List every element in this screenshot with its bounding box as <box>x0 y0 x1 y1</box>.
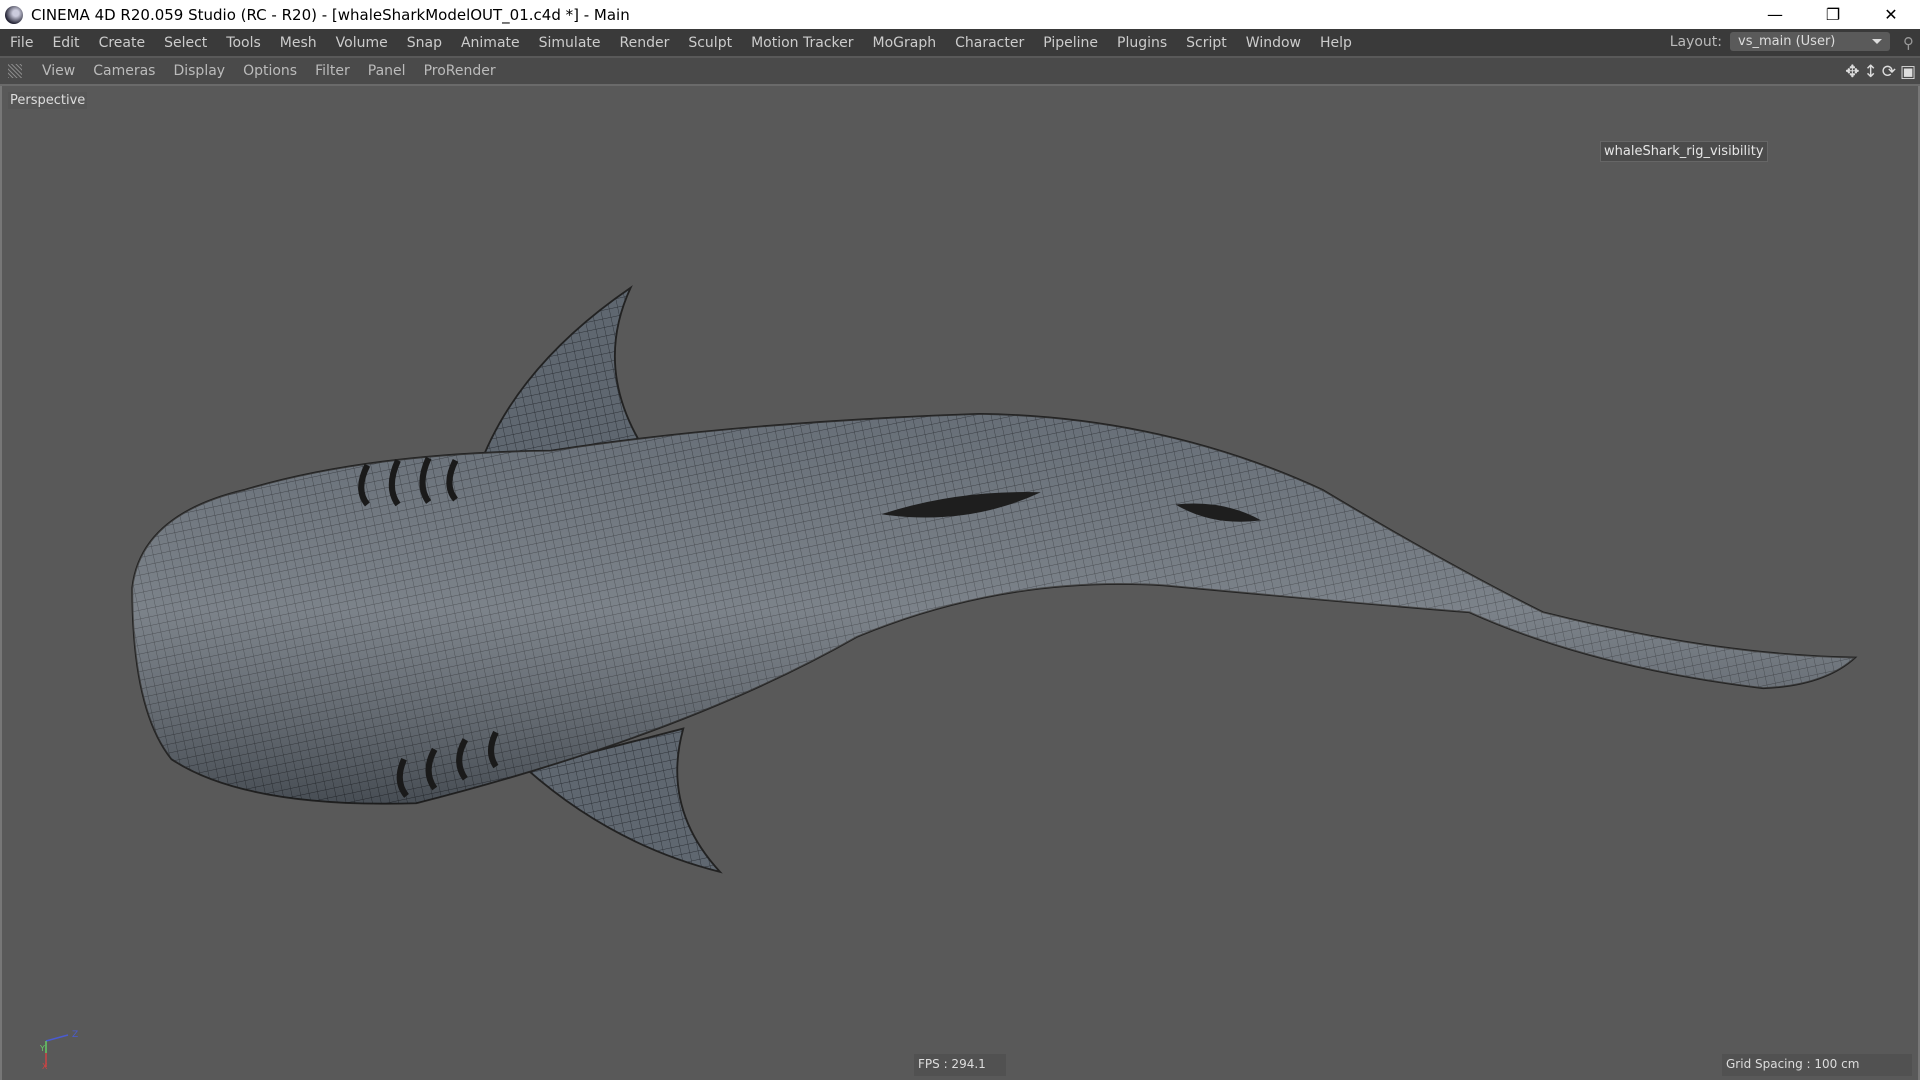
menu-snap[interactable]: Snap <box>407 35 442 51</box>
move-view-icon[interactable]: ✥ <box>1845 62 1859 82</box>
menu-create[interactable]: Create <box>99 35 146 51</box>
panel-grip-icon[interactable] <box>8 64 22 78</box>
viewport-menu-panel[interactable]: Panel <box>368 63 406 79</box>
axis-y-label: Y <box>39 1044 45 1053</box>
axis-z-label: Z <box>72 1030 78 1040</box>
layout-label: Layout: <box>1669 33 1722 50</box>
menu-script[interactable]: Script <box>1186 35 1227 51</box>
fps-readout: FPS : 294.1 <box>914 1054 1006 1076</box>
layout-dropdown[interactable]: vs_main (User) <box>1730 32 1890 51</box>
menu-volume[interactable]: Volume <box>336 35 388 51</box>
viewport-menu-filter[interactable]: Filter <box>315 63 350 79</box>
viewport-menu-options[interactable]: Options <box>243 63 297 79</box>
menu-pipeline[interactable]: Pipeline <box>1043 35 1098 51</box>
menu-character[interactable]: Character <box>955 35 1024 51</box>
zoom-view-icon[interactable]: ↕ <box>1863 62 1877 82</box>
cinema4d-logo-icon <box>5 5 23 24</box>
minimize-button[interactable]: — <box>1746 0 1804 29</box>
menu-mesh[interactable]: Mesh <box>280 35 317 51</box>
viewport-menu-prorender[interactable]: ProRender <box>424 63 496 79</box>
axis-x-label: X <box>42 1062 48 1071</box>
menu-tools[interactable]: Tools <box>226 35 261 51</box>
search-icon[interactable]: ⚲ <box>1903 34 1914 52</box>
menu-edit[interactable]: Edit <box>52 35 79 51</box>
menu-sculpt[interactable]: Sculpt <box>688 35 732 51</box>
viewport-menu-view[interactable]: View <box>42 63 75 79</box>
menu-plugins[interactable]: Plugins <box>1117 35 1167 51</box>
viewport-menu-display[interactable]: Display <box>173 63 225 79</box>
close-button[interactable]: ✕ <box>1862 0 1920 29</box>
menu-mograph[interactable]: MoGraph <box>873 35 937 51</box>
main-menu-bar: File Edit Create Select Tools Mesh Volum… <box>0 29 1920 56</box>
menu-window[interactable]: Window <box>1246 35 1301 51</box>
object-tag-label: whaleShark_rig_visibility <box>1600 141 1768 162</box>
menu-render[interactable]: Render <box>620 35 670 51</box>
menu-select[interactable]: Select <box>164 35 207 51</box>
menu-animate[interactable]: Animate <box>461 35 520 51</box>
restore-button[interactable]: ❐ <box>1804 0 1862 29</box>
menu-motion-tracker[interactable]: Motion Tracker <box>751 35 853 51</box>
menu-help[interactable]: Help <box>1320 35 1352 51</box>
camera-label: Perspective <box>8 92 88 109</box>
axis-gizmo-icon: Z Y X <box>39 1030 78 1071</box>
toggle-panel-icon[interactable]: ▣ <box>1900 62 1916 82</box>
viewport-menu-cameras[interactable]: Cameras <box>93 63 155 79</box>
perspective-viewport[interactable]: Perspective whaleShark_rig_visibility Z … <box>0 86 1920 1080</box>
menu-simulate[interactable]: Simulate <box>539 35 601 51</box>
title-bar: CINEMA 4D R20.059 Studio (RC - R20) - [w… <box>0 0 1920 29</box>
menu-file[interactable]: File <box>10 35 33 51</box>
layout-selector: Layout: vs_main (User) <box>1670 32 1890 51</box>
grid-spacing-readout: Grid Spacing : 100 cm <box>1722 1054 1912 1076</box>
rotate-view-icon[interactable]: ⟳ <box>1882 62 1896 82</box>
window-title: CINEMA 4D R20.059 Studio (RC - R20) - [w… <box>31 5 630 24</box>
viewport-menu-bar: View Cameras Display Options Filter Pane… <box>0 58 1920 86</box>
